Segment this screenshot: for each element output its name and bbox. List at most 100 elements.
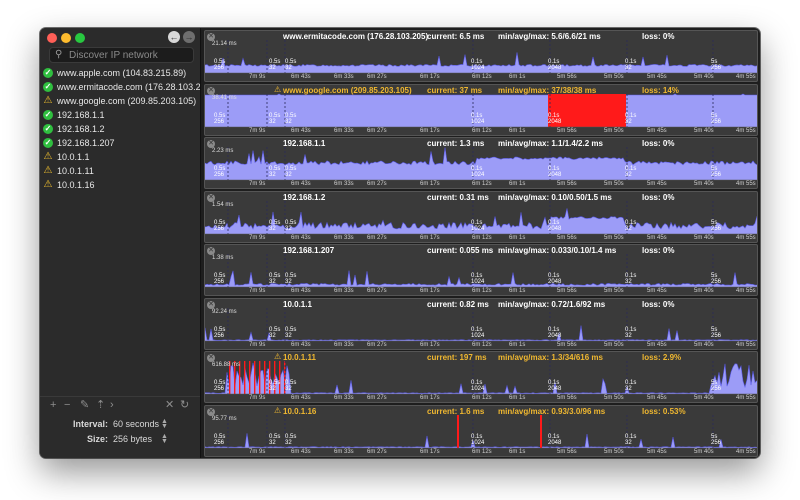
host-list-item[interactable]: ⚠ 10.0.1.11 xyxy=(40,164,200,178)
remove-icon[interactable]: − xyxy=(64,399,70,411)
close-graph-icon[interactable]: ✕ xyxy=(207,140,215,148)
host-list-item[interactable]: ✓ www.ermitacode.com (176.28.103.205) xyxy=(40,80,200,94)
marker-timeout: 0.1s xyxy=(625,433,637,440)
interval-marker-label: 0.5s 32 xyxy=(285,434,296,446)
marker-size: 256 xyxy=(214,225,225,232)
graph-current-latency: current: 6.5 ms xyxy=(427,32,485,41)
zoom-window-button[interactable] xyxy=(75,33,85,43)
time-tick-label: 7m 9s xyxy=(249,288,266,294)
interval-marker-label: 5s 256 xyxy=(711,59,721,71)
time-tick-label: 5m 50s xyxy=(604,448,624,455)
time-tick-label: 5m 45s xyxy=(647,341,667,348)
marker-size: 256 xyxy=(711,118,722,125)
graph-current-latency: current: 1.3 ms xyxy=(427,139,485,148)
marker-size: 256 xyxy=(214,439,225,446)
size-stepper-icon[interactable]: ▲ ▼ xyxy=(161,433,168,445)
minimize-window-button[interactable] xyxy=(61,33,71,43)
chevron-right-icon[interactable]: › xyxy=(110,399,114,411)
close-graph-icon[interactable]: ✕ xyxy=(207,193,215,202)
graph-min-avg-max: min/avg/max: 0.72/1.6/92 ms xyxy=(498,299,606,309)
host-label: 192.168.1.2 xyxy=(57,124,105,134)
interval-marker-label: 0.1s 1024 xyxy=(471,59,484,71)
close-window-button[interactable] xyxy=(47,33,57,43)
graph-packet-loss: loss: 0% xyxy=(642,139,675,148)
close-graph-icon[interactable]: ✕ xyxy=(207,300,215,309)
time-tick-label: 6m 17s xyxy=(420,395,440,401)
close-graph-icon[interactable]: ✕ xyxy=(207,247,215,255)
time-tick-label: 5m 40s xyxy=(694,341,714,348)
search-input[interactable] xyxy=(69,48,189,62)
size-value[interactable]: 256 bytes xyxy=(113,434,152,444)
check-icon: ✓ xyxy=(43,138,53,148)
time-tick-label: 6m 17s xyxy=(420,127,440,134)
time-tick-label: 6m 17s xyxy=(420,341,440,348)
pin-icon[interactable]: ⇡ xyxy=(96,399,105,411)
refresh-icon[interactable]: ↻ xyxy=(180,399,189,411)
marker-size: 1024 xyxy=(471,225,485,232)
interval-value[interactable]: 60 seconds xyxy=(113,419,159,429)
host-label: 192.168.1.207 xyxy=(57,138,115,148)
marker-size: 2048 xyxy=(548,332,562,339)
close-icon[interactable]: ✕ xyxy=(165,399,174,411)
search-field[interactable]: ⚲ xyxy=(49,47,194,63)
host-list-item[interactable]: ⚠ www.google.com (209.85.203.105) xyxy=(40,94,200,108)
marker-timeout: 0.1s xyxy=(625,112,637,119)
time-tick-label: 4m 55s xyxy=(736,181,756,187)
interval-stepper-icon[interactable]: ▲ ▼ xyxy=(161,418,168,430)
interval-marker-label: 0.1s 2048 xyxy=(548,220,561,232)
sidebar: ← → ⚲ ✓ www.apple.com (104.83.215.89) ✓ www… xyxy=(40,28,201,458)
host-label: www.apple.com (104.83.215.89) xyxy=(57,68,187,78)
warning-icon: ⚠ xyxy=(43,179,53,190)
close-graph-icon[interactable]: ✕ xyxy=(207,86,215,95)
time-tick-label: 6m 1s xyxy=(509,234,526,241)
host-list-item[interactable]: ⚠ 10.0.1.1 xyxy=(40,150,200,164)
time-tick-label: 4m 55s xyxy=(736,395,756,401)
edit-icon[interactable]: ✎ xyxy=(80,399,89,411)
host-list-item[interactable]: ✓ 192.168.1.1 xyxy=(40,108,200,122)
check-icon: ✓ xyxy=(43,124,53,134)
time-tick-label: 4m 55s xyxy=(736,448,756,455)
close-graph-icon[interactable]: ✕ xyxy=(207,33,215,41)
time-tick-label: 6m 43s xyxy=(291,127,311,134)
time-tick-label: 5m 56s xyxy=(557,341,577,348)
time-tick-label: 5m 40s xyxy=(694,395,714,401)
forward-arrow-icon[interactable]: → xyxy=(183,31,195,43)
graph-host-title: 192.168.1.207 xyxy=(283,246,335,255)
graph-min-avg-max: min/avg/max: 1.1/1.4/2.2 ms xyxy=(498,139,603,148)
add-icon[interactable]: + xyxy=(50,399,56,411)
interval-marker-label: 0.5s 32 xyxy=(269,434,280,446)
host-list-item[interactable]: ✓ www.apple.com (104.83.215.89) xyxy=(40,66,200,80)
marker-size: 32 xyxy=(285,65,292,71)
host-list-item[interactable]: ✓ 192.168.1.2 xyxy=(40,122,200,136)
interval-marker-label: 0.1s 2048 xyxy=(548,113,561,125)
time-tick-label: 6m 43s xyxy=(291,234,311,241)
marker-size: 32 xyxy=(625,439,632,446)
packet-loss-region xyxy=(264,361,266,394)
time-axis: 7m 9s 6m 43s 6m 33s 6m 27s 6m 17s 6m 12s 6m 1s… xyxy=(229,234,756,242)
ping-graph: ✕ www.ermitacode.com (176.28.103.205) curr… xyxy=(204,30,758,82)
packet-loss-region xyxy=(259,361,261,394)
marker-size: 32 xyxy=(625,172,632,178)
host-list-item[interactable]: ✓ 192.168.1.207 xyxy=(40,136,200,150)
interval-marker-label: 0.5s 256 xyxy=(214,59,225,71)
interval-marker-label: 0.1s 2048 xyxy=(548,166,561,178)
packet-loss-region xyxy=(457,414,459,448)
marker-size: 32 xyxy=(269,118,276,125)
marker-size: 256 xyxy=(711,332,722,339)
warning-icon: ⚠ xyxy=(274,405,282,415)
time-tick-label: 5m 56s xyxy=(557,448,577,455)
marker-size: 32 xyxy=(285,225,292,232)
back-arrow-icon[interactable]: ← xyxy=(168,31,180,43)
marker-size: 256 xyxy=(214,118,225,125)
time-tick-label: 5m 40s xyxy=(694,181,714,187)
graph-y-max-label: 21.14 ms xyxy=(212,41,237,47)
marker-size: 1024 xyxy=(471,439,485,446)
marker-timeout: 0.5s xyxy=(269,219,281,226)
host-list-item[interactable]: ⚠ 10.0.1.16 xyxy=(40,178,200,192)
sidebar-footer: + − ✎ ⇡ › ✕ ↻ Interval: 60 seconds ▲ ▼ Si… xyxy=(40,396,200,458)
marker-size: 32 xyxy=(269,386,276,392)
close-graph-icon[interactable]: ✕ xyxy=(207,354,215,362)
close-graph-icon[interactable]: ✕ xyxy=(207,407,215,416)
interval-marker-label: 0.5s 32 xyxy=(285,59,296,71)
time-tick-label: 5m 45s xyxy=(647,181,667,187)
